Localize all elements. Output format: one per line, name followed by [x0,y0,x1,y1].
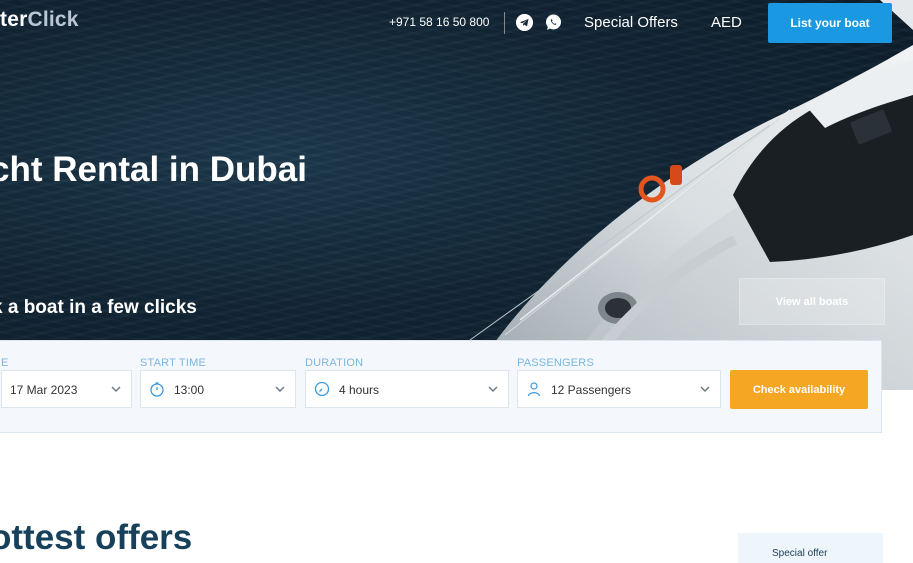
logo-text-accent: Click [27,8,79,31]
start-time-field[interactable]: 13:00 [140,370,296,408]
start-time-label: START TIME [140,357,206,369]
hero-subtitle: k a boat in a few clicks [0,297,197,318]
passengers-field[interactable]: 12 Passengers [517,370,721,408]
stopwatch-icon [150,382,164,397]
start-time-value: 13:00 [174,383,205,397]
passengers-value: 12 Passengers [551,383,632,397]
check-availability-button[interactable]: Check availability [730,370,868,409]
hero-title: cht Rental in Dubai [0,150,307,189]
date-label: E [1,357,9,369]
nav-special-offers[interactable]: Special Offers [584,0,678,44]
site-logo[interactable]: terClick [0,8,79,32]
chevron-down-icon [700,386,710,392]
view-all-boats-button[interactable]: View all boats [739,278,885,325]
currency-selector[interactable]: AED [711,0,742,44]
duration-field[interactable]: 4 hours [305,370,509,408]
date-field[interactable]: 17 Mar 2023 [1,370,132,408]
yacht-image [469,0,913,390]
phone-link[interactable]: +971 58 16 50 800 [389,0,489,44]
chevron-down-icon [275,386,285,392]
chevron-down-icon [488,386,498,392]
whatsapp-icon[interactable] [545,14,562,31]
passengers-label: PASSENGERS [517,357,594,369]
date-value: 17 Mar 2023 [10,383,78,397]
hero-banner [0,0,913,390]
person-icon [527,382,541,397]
special-offer-card-label: Special offer [772,548,828,559]
list-your-boat-button[interactable]: List your boat [768,3,892,43]
hottest-offers-heading: ottest offers [0,518,193,557]
logo-text-main: ter [0,8,28,31]
clock-icon [314,381,330,397]
duration-value: 4 hours [339,383,380,397]
nav-divider [504,12,505,34]
chevron-down-icon [111,386,121,392]
duration-label: DURATION [305,357,364,369]
telegram-icon[interactable] [516,14,533,31]
search-bar: E 17 Mar 2023 START TIME 13:00 DURATION … [0,340,882,433]
special-offer-card[interactable]: Special offer [738,533,883,563]
